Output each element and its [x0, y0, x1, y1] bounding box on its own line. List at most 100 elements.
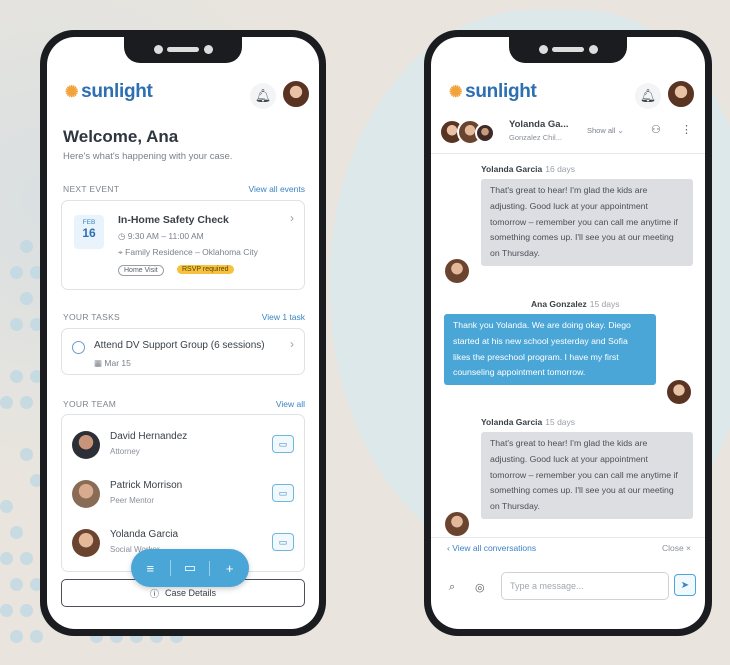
- background-dot: [20, 604, 33, 617]
- event-title: In-Home Safety Check: [118, 214, 229, 226]
- background-dot: [10, 370, 23, 383]
- divider: [431, 153, 705, 154]
- sunlight-logo: ✺ sunlight: [449, 81, 537, 103]
- info-icon: ⓘ: [150, 587, 159, 600]
- background-dot: [10, 630, 23, 643]
- background-dot: [20, 552, 33, 565]
- home-visit-badge: Home Visit: [118, 265, 164, 276]
- view-all-team-link[interactable]: View all: [276, 399, 305, 409]
- avatar: [475, 123, 495, 143]
- show-all-dropdown[interactable]: Show all ⌄: [587, 126, 624, 135]
- chevron-right-icon: ›: [290, 211, 294, 225]
- camera-dot: [154, 45, 163, 54]
- member-role: Attorney: [110, 447, 140, 456]
- conversation-title: Yolanda Ga...: [509, 119, 568, 130]
- page-title: Welcome, Ana: [63, 127, 178, 147]
- background-dot: [10, 318, 23, 331]
- event-time-text: 9:30 AM – 11:00 AM: [128, 231, 204, 241]
- avatar: [72, 431, 100, 459]
- task-due: ▦ Mar 15: [94, 358, 131, 369]
- sun-icon: ✺: [449, 82, 462, 102]
- background-dot: [20, 240, 33, 253]
- avatar: [445, 512, 469, 536]
- camera-icon[interactable]: ◎: [475, 581, 485, 594]
- background-dot: [0, 552, 13, 565]
- calendar-icon: ▦: [94, 358, 104, 368]
- message-bubble-incoming: That's great to hear! I'm glad the kids …: [481, 432, 693, 519]
- sender-name: Yolanda Garcia: [481, 417, 542, 427]
- background-dot: [20, 396, 33, 409]
- view-all-conversations-link[interactable]: ‹ View all conversations: [447, 543, 536, 553]
- background-dot: [0, 604, 13, 617]
- message-button[interactable]: ▭: [272, 533, 294, 551]
- member-name: Patrick Morrison: [110, 480, 182, 491]
- divider: [431, 537, 705, 538]
- phone-chat: ✺ sunlight 🔔︎ Yolanda Ga... Gonzalez Chi…: [424, 30, 712, 636]
- chevron-right-icon: ›: [290, 337, 294, 351]
- background-dot: [10, 578, 23, 591]
- paperclip-icon[interactable]: ⌕: [449, 581, 455, 594]
- task-card[interactable]: Attend DV Support Group (6 sessions) ▦ M…: [61, 328, 305, 375]
- close-button[interactable]: Close ×: [662, 543, 691, 553]
- sun-icon: ✺: [65, 82, 78, 102]
- message-input[interactable]: [501, 572, 669, 600]
- more-vertical-icon[interactable]: ⋮: [681, 123, 692, 136]
- team-member[interactable]: David Hernandez Attorney: [72, 427, 302, 467]
- background-dot: [0, 396, 13, 409]
- member-name: Yolanda Garcia: [110, 529, 178, 540]
- phone-notch: [124, 37, 242, 63]
- sensor-dot: [204, 45, 213, 54]
- event-location: ⌖ Family Residence – Oklahoma City: [118, 247, 258, 258]
- bell-icon[interactable]: 🔔︎: [250, 83, 276, 109]
- avatar: [72, 480, 100, 508]
- background-dot: [30, 630, 43, 643]
- rsvp-badge: RSVP required: [177, 265, 234, 274]
- dashboard-screen: ✺ sunlight 🔔︎ Welcome, Ana Here's what's…: [47, 37, 319, 629]
- view-all-events-link[interactable]: View all events: [248, 184, 305, 194]
- background-dot: [10, 266, 23, 279]
- event-day: 16: [74, 226, 104, 240]
- message-button[interactable]: ▭: [272, 435, 294, 453]
- add-user-icon[interactable]: ⚇: [651, 123, 661, 136]
- add-icon[interactable]: +: [209, 561, 249, 576]
- bell-icon[interactable]: 🔔︎: [635, 83, 661, 109]
- avatar[interactable]: [666, 79, 696, 109]
- event-time: ◷ 9:30 AM – 11:00 AM: [118, 231, 204, 242]
- task-checkbox[interactable]: [72, 341, 85, 354]
- message-time: 16 days: [545, 164, 575, 174]
- event-month: FEB: [74, 219, 104, 226]
- background-dot: [20, 292, 33, 305]
- message-time: 15 days: [590, 299, 620, 309]
- sunlight-logo: ✺ sunlight: [65, 81, 153, 103]
- message-bubble-outgoing: Thank you Yolanda. We are doing okay. Di…: [444, 314, 656, 385]
- message-bubble-incoming: That's great to hear! I'm glad the kids …: [481, 179, 693, 266]
- sensor-dot: [589, 45, 598, 54]
- camera-dot: [539, 45, 548, 54]
- speaker: [167, 47, 199, 52]
- message-meta: Yolanda Garcia 16 days: [481, 164, 575, 174]
- background-dot: [10, 526, 23, 539]
- menu-icon[interactable]: ≡: [131, 561, 170, 576]
- task-due-text: Mar 15: [104, 358, 130, 368]
- team-member[interactable]: Patrick Morrison Peer Mentor: [72, 476, 302, 516]
- floating-action-bar: ≡ ▭ +: [131, 549, 249, 587]
- message-button[interactable]: ▭: [272, 484, 294, 502]
- chat-icon[interactable]: ▭: [170, 560, 210, 576]
- logo-text: sunlight: [81, 81, 152, 103]
- team-label: YOUR TEAM: [63, 399, 116, 409]
- event-date: FEB 16: [74, 215, 104, 249]
- avatar: [445, 259, 469, 283]
- clock-icon: ◷: [118, 231, 128, 241]
- background-dot: [0, 500, 13, 513]
- send-button[interactable]: ➤: [674, 574, 696, 596]
- case-details-label: Case Details: [165, 588, 216, 598]
- chat-screen: ✺ sunlight 🔔︎ Yolanda Ga... Gonzalez Chi…: [431, 37, 705, 629]
- avatar: [667, 380, 691, 404]
- view-tasks-link[interactable]: View 1 task: [262, 312, 305, 322]
- event-card[interactable]: FEB 16 In-Home Safety Check ◷ 9:30 AM – …: [61, 200, 305, 290]
- speaker: [552, 47, 584, 52]
- background-dot: [20, 448, 33, 461]
- sender-name: Ana Gonzalez: [531, 299, 587, 309]
- member-name: David Hernandez: [110, 431, 187, 442]
- avatar[interactable]: [281, 79, 311, 109]
